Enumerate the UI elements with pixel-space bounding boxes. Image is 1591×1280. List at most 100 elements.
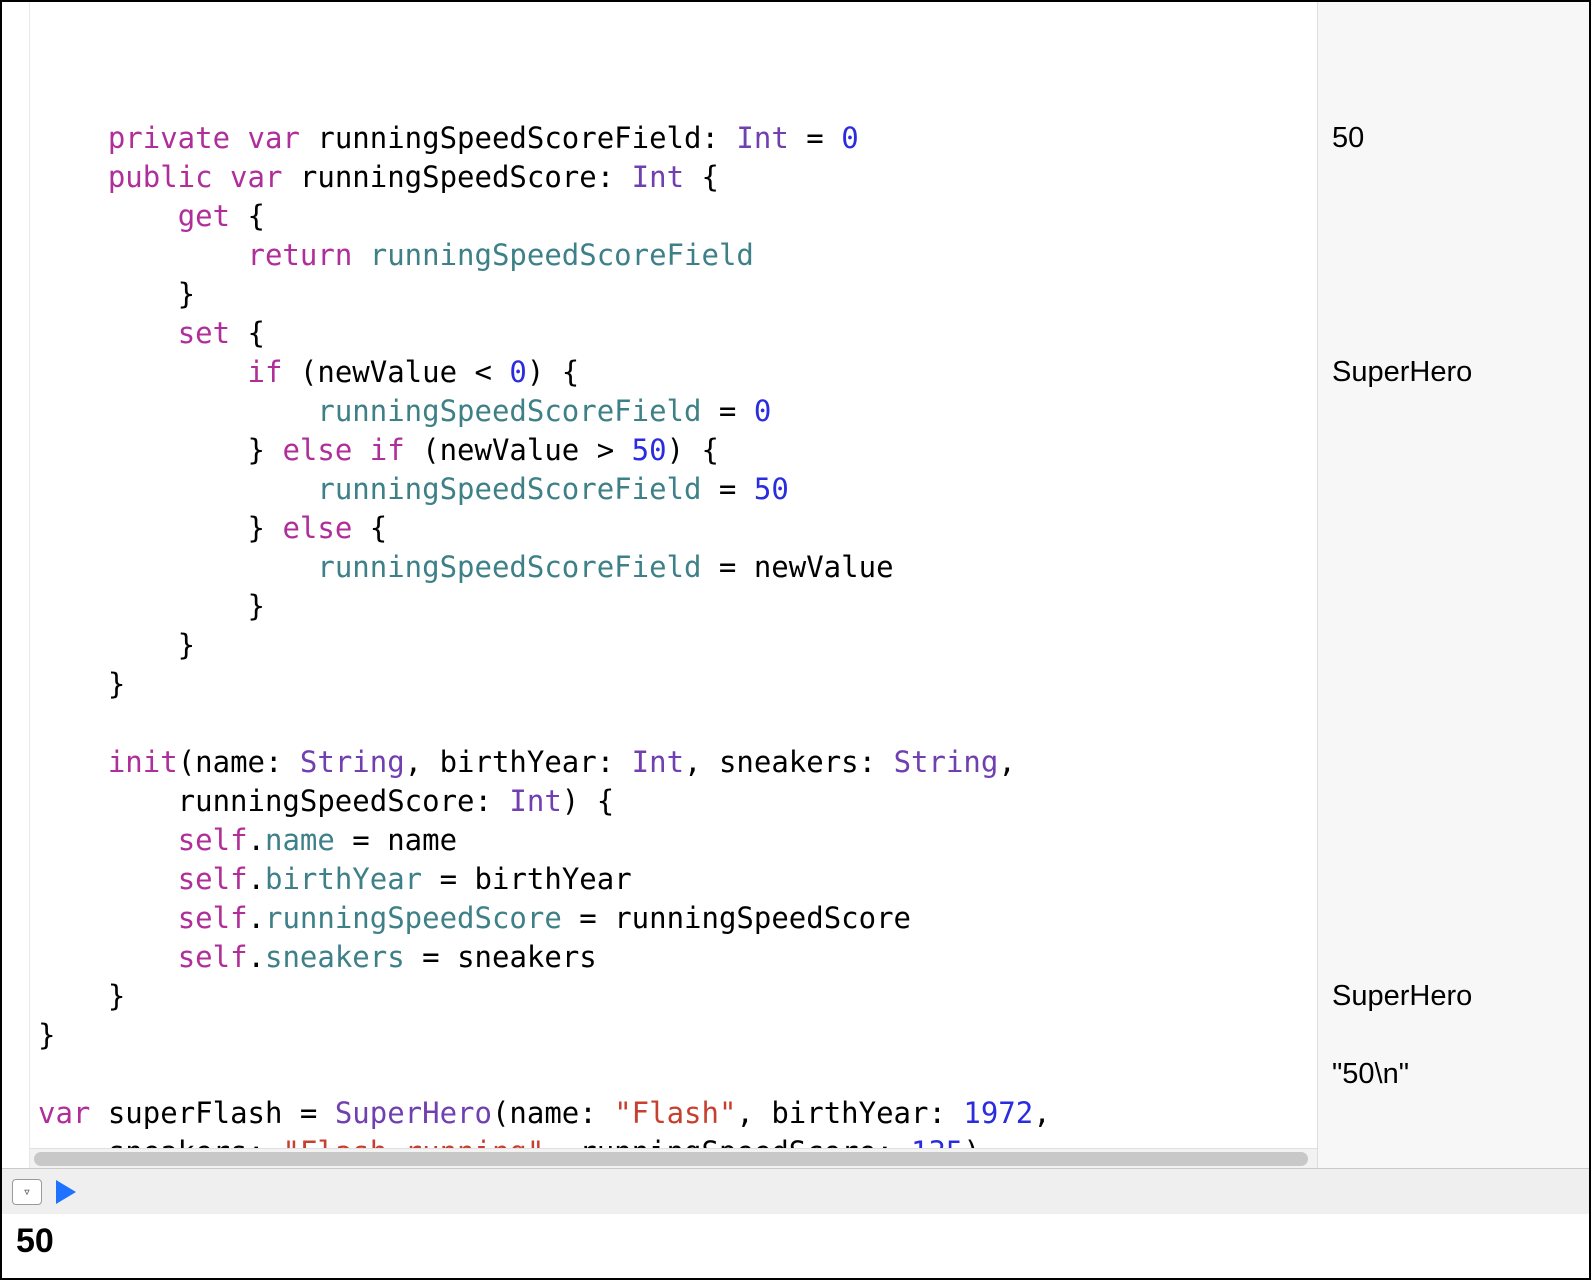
result-line[interactable]	[1332, 158, 1575, 197]
result-value: SuperHero	[1332, 977, 1472, 1016]
code-line[interactable]: set {	[38, 314, 1303, 353]
code-token: runningSpeedScoreField	[317, 550, 701, 584]
result-line[interactable]	[1332, 509, 1575, 548]
debug-options-dropdown[interactable]: ▿	[12, 1179, 42, 1205]
code-token: = sneakers	[405, 940, 597, 974]
code-token: ) {	[562, 784, 614, 818]
code-line[interactable]: private var runningSpeedScoreField: Int …	[38, 119, 1303, 158]
code-line[interactable]: return runningSpeedScoreField	[38, 236, 1303, 275]
code-token: sneakers	[265, 940, 405, 974]
code-line[interactable]: runningSpeedScoreField = 0	[38, 392, 1303, 431]
code-line[interactable]: runningSpeedScoreField = newValue	[38, 548, 1303, 587]
result-line[interactable]	[1332, 80, 1575, 119]
code-token	[38, 862, 178, 896]
code-line[interactable]: var superFlash = SuperHero(name: "Flash"…	[38, 1094, 1303, 1133]
code-token: , birthYear:	[405, 745, 632, 779]
code-token: "Flash"	[614, 1096, 736, 1130]
code-token: superFlash =	[90, 1096, 334, 1130]
result-line[interactable]: SuperHero	[1332, 977, 1575, 1016]
code-line[interactable]: } else if (newValue > 50) {	[38, 431, 1303, 470]
code-token: else if	[282, 433, 404, 467]
code-line[interactable]: self.runningSpeedScore = runningSpeedSco…	[38, 899, 1303, 938]
code-line[interactable]: init(name: String, birthYear: Int, sneak…	[38, 743, 1303, 782]
result-line[interactable]	[1332, 470, 1575, 509]
code-line[interactable]: } else {	[38, 509, 1303, 548]
code-token: =	[701, 394, 753, 428]
console-output[interactable]: 50	[2, 1214, 1589, 1278]
code-token: runningSpeedScoreField	[370, 238, 754, 272]
result-line[interactable]	[1332, 314, 1575, 353]
result-line[interactable]	[1332, 665, 1575, 704]
code-token	[38, 316, 178, 350]
result-line[interactable]: "50\n"	[1332, 1055, 1575, 1094]
code-line[interactable]: self.name = name	[38, 821, 1303, 860]
code-token: runningSpeedScoreField	[317, 394, 701, 428]
result-line[interactable]	[1332, 860, 1575, 899]
run-button[interactable]	[56, 1180, 76, 1204]
result-line[interactable]	[1332, 197, 1575, 236]
result-value: 50	[1332, 119, 1364, 158]
results-sidebar: 50 SuperHero SuperHero "50\n"	[1317, 2, 1589, 1168]
code-line[interactable]: get {	[38, 197, 1303, 236]
result-line[interactable]	[1332, 626, 1575, 665]
result-line[interactable]	[1332, 743, 1575, 782]
code-token	[38, 199, 178, 233]
code-line[interactable]	[38, 704, 1303, 743]
result-line[interactable]	[1332, 236, 1575, 275]
code-token: private var	[108, 121, 300, 155]
result-line[interactable]	[1332, 704, 1575, 743]
code-line[interactable]: }	[38, 275, 1303, 314]
result-line[interactable]	[1332, 548, 1575, 587]
code-token: =	[789, 121, 841, 155]
code-line[interactable]: self.sneakers = sneakers	[38, 938, 1303, 977]
result-line[interactable]: SuperHero	[1332, 353, 1575, 392]
scrollbar-thumb[interactable]	[34, 1152, 1308, 1166]
horizontal-scrollbar[interactable]	[30, 1148, 1317, 1168]
code-token: = runningSpeedScore	[562, 901, 911, 935]
code-token: var	[38, 1096, 90, 1130]
code-line[interactable]: }	[38, 977, 1303, 1016]
console-text: 50	[16, 1222, 54, 1260]
code-line[interactable]: }	[38, 1016, 1303, 1055]
code-editor[interactable]: private var runningSpeedScoreField: Int …	[30, 2, 1317, 1168]
code-line[interactable]: }	[38, 587, 1303, 626]
code-line[interactable]: runningSpeedScoreField = 50	[38, 470, 1303, 509]
code-token: ,	[998, 745, 1015, 779]
code-token: 50	[632, 433, 667, 467]
playground-window: private var runningSpeedScoreField: Int …	[0, 0, 1591, 1280]
result-line[interactable]	[1332, 587, 1575, 626]
result-line[interactable]	[1332, 392, 1575, 431]
result-line[interactable]	[1332, 899, 1575, 938]
code-token: runningSpeedScoreField	[317, 472, 701, 506]
code-line[interactable]: if (newValue < 0) {	[38, 353, 1303, 392]
code-token: .	[248, 823, 265, 857]
result-line[interactable]	[1332, 41, 1575, 80]
code-line[interactable]: }	[38, 626, 1303, 665]
result-line[interactable]	[1332, 431, 1575, 470]
code-token	[38, 550, 317, 584]
code-token: 50	[754, 472, 789, 506]
result-line[interactable]	[1332, 2, 1575, 41]
code-token: (name:	[178, 745, 300, 779]
result-line[interactable]: 50	[1332, 119, 1575, 158]
code-token: = name	[335, 823, 457, 857]
code-token: {	[230, 199, 265, 233]
code-line[interactable]: public var runningSpeedScore: Int {	[38, 158, 1303, 197]
result-line[interactable]	[1332, 821, 1575, 860]
result-line[interactable]	[1332, 782, 1575, 821]
result-line[interactable]	[1332, 275, 1575, 314]
code-line[interactable]: self.birthYear = birthYear	[38, 860, 1303, 899]
code-token: runningSpeedScore:	[38, 784, 509, 818]
code-token: birthYear	[265, 862, 422, 896]
result-line[interactable]	[1332, 1016, 1575, 1055]
code-token: {	[352, 511, 387, 545]
code-line[interactable]: }	[38, 665, 1303, 704]
code-line[interactable]	[38, 1055, 1303, 1094]
code-token	[38, 394, 317, 428]
editor-area: private var runningSpeedScoreField: Int …	[2, 2, 1589, 1168]
code-token: .	[248, 901, 265, 935]
code-token: self	[178, 823, 248, 857]
result-line[interactable]	[1332, 938, 1575, 977]
code-line[interactable]: runningSpeedScore: Int) {	[38, 782, 1303, 821]
result-line[interactable]	[1332, 1094, 1575, 1133]
